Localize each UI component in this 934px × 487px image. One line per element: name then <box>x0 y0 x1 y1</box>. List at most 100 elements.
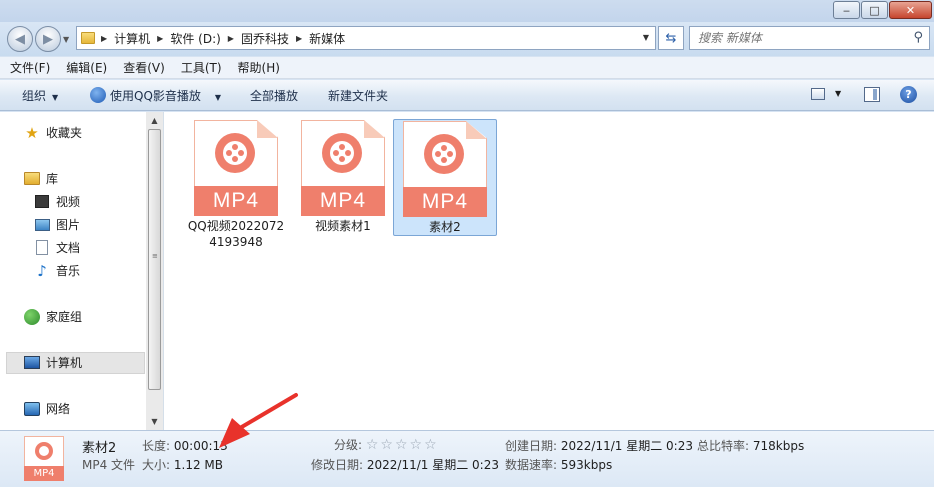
address-dropdown-icon[interactable]: ▼ <box>643 33 649 42</box>
sidebar-item-libraries[interactable]: 库 <box>24 170 58 187</box>
file-name: QQ视频20220724193948 <box>187 219 285 249</box>
chevron-right-icon[interactable]: ▶ <box>101 34 107 43</box>
play-all-button[interactable]: 全部播放 <box>250 87 298 104</box>
sidebar-item-label: 网络 <box>46 402 71 416</box>
title-bar: ‒ □ ✕ <box>0 0 934 22</box>
navigation-scrollbar[interactable]: ▲ ≡ ▼ <box>146 112 163 430</box>
data-rate-label: 数据速率: <box>505 458 558 472</box>
detail-modified: 修改日期: 2022/11/1 星期二 0:23 <box>311 456 499 473</box>
video-icon <box>35 195 49 208</box>
menu-view[interactable]: 查看(V) <box>123 59 165 76</box>
file-item-material-2[interactable]: MP4 素材2 <box>393 119 497 236</box>
homegroup-icon <box>24 308 40 325</box>
sidebar-item-homegroup[interactable]: 家庭组 <box>24 308 82 325</box>
minimize-button[interactable]: ‒ <box>833 1 860 19</box>
breadcrumb-guqiao[interactable]: 固乔科技 <box>241 30 289 47</box>
file-badge: MP4 <box>301 186 385 216</box>
mp4-thumbnail-icon: MP4 <box>24 436 64 481</box>
detail-file-name: 素材2 <box>82 441 117 456</box>
search-input[interactable] <box>698 31 898 45</box>
bitrate-label: 总比特率: <box>697 439 750 453</box>
history-dropdown-icon[interactable]: ▼ <box>63 35 69 44</box>
change-view-icon[interactable] <box>811 88 825 100</box>
menu-bar: 文件(F) 编辑(E) 查看(V) 工具(T) 帮助(H) <box>0 57 934 79</box>
chevron-right-icon[interactable]: ▶ <box>296 34 302 43</box>
sidebar-item-computer[interactable]: 计算机 <box>24 354 82 371</box>
file-item-video-material-1[interactable]: MP4 视频素材1 <box>291 119 395 238</box>
chevron-down-icon: ▼ <box>214 93 222 102</box>
qq-player-icon <box>90 87 106 103</box>
file-badge: MP4 <box>194 186 278 216</box>
scrollbar-thumb[interactable]: ≡ <box>148 129 161 390</box>
maximize-button[interactable]: □ <box>861 1 888 19</box>
document-icon <box>36 240 48 255</box>
thumbnail-badge: MP4 <box>24 466 64 481</box>
close-button[interactable]: ✕ <box>889 1 932 19</box>
detail-data-rate: 数据速率: 593kbps <box>505 456 612 473</box>
help-icon[interactable]: ? <box>900 86 917 103</box>
grip-icon: ≡ <box>152 252 158 260</box>
library-folder-icon <box>24 172 40 185</box>
sidebar-item-label: 视频 <box>56 195 81 209</box>
organize-button[interactable]: 组织 ▼ <box>22 87 58 104</box>
sidebar-item-videos[interactable]: 视频 <box>34 193 80 210</box>
detail-created: 创建日期: 2022/11/1 星期二 0:23 <box>505 437 693 454</box>
sidebar-item-label: 计算机 <box>46 356 83 370</box>
detail-length: 长度: 00:00:13 <box>142 437 228 454</box>
breadcrumb-computer[interactable]: 计算机 <box>114 30 150 47</box>
chevron-right-icon[interactable]: ▶ <box>228 34 234 43</box>
scroll-down-icon[interactable]: ▼ <box>146 413 163 429</box>
mp4-file-icon: MP4 <box>301 120 385 216</box>
window-controls: ‒ □ ✕ <box>832 1 932 19</box>
length-label: 长度: <box>142 439 171 453</box>
details-pane: MP4 素材2 MP4 文件 长度: 00:00:13 大小: 1.12 MB … <box>0 430 934 487</box>
breadcrumb-new-media[interactable]: 新媒体 <box>309 30 345 47</box>
scroll-up-icon[interactable]: ▲ <box>146 112 163 128</box>
detail-rating: 分级: ☆☆☆☆☆ <box>334 436 439 453</box>
menu-help[interactable]: 帮助(H) <box>238 59 280 76</box>
detail-file-type: MP4 文件 <box>82 458 136 472</box>
music-note-icon: ♪ <box>37 261 47 280</box>
sidebar-item-network[interactable]: 网络 <box>24 400 70 417</box>
sidebar-item-pictures[interactable]: 图片 <box>34 216 80 233</box>
folder-icon <box>81 32 95 44</box>
sidebar-item-label: 文档 <box>56 241 81 255</box>
bitrate-value: 718kbps <box>752 439 805 453</box>
chevron-down-icon: ▼ <box>52 93 59 102</box>
forward-arrow-icon: ▶ <box>43 31 53 47</box>
size-label: 大小: <box>142 458 171 472</box>
breadcrumb-drive-d[interactable]: 软件 (D:) <box>170 30 220 47</box>
chevron-right-icon[interactable]: ▶ <box>157 34 163 43</box>
play-with-qq-label: 使用QQ影音播放 <box>110 89 201 103</box>
sidebar-item-music[interactable]: ♪ 音乐 <box>34 261 81 280</box>
sidebar-item-label: 收藏夹 <box>46 126 83 140</box>
size-value: 1.12 MB <box>173 458 223 472</box>
sidebar-item-label: 库 <box>46 172 59 186</box>
data-rate-value: 593kbps <box>560 458 613 472</box>
file-item-qq-video[interactable]: MP4 QQ视频20220724193948 <box>184 119 288 254</box>
organize-label: 组织 <box>22 89 47 103</box>
view-dropdown-icon[interactable]: ▼ <box>835 89 841 98</box>
detail-bitrate: 总比特率: 718kbps <box>697 437 804 454</box>
forward-button[interactable]: ▶ <box>35 26 61 52</box>
refresh-button[interactable]: ⇆ <box>658 26 684 50</box>
mp4-file-icon: MP4 <box>403 121 487 217</box>
file-name: 素材2 <box>429 220 461 234</box>
command-bar: 组织 ▼ 使用QQ影音播放 ▼ 全部播放 新建文件夹 ▼ ? <box>0 80 934 111</box>
created-label: 创建日期: <box>505 439 558 453</box>
sidebar-item-documents[interactable]: 文档 <box>34 239 80 256</box>
search-icon[interactable]: ⚲ <box>913 30 923 45</box>
preview-pane-icon[interactable] <box>864 87 880 102</box>
menu-tools[interactable]: 工具(T) <box>181 59 222 76</box>
sidebar-item-favorites[interactable]: ★ 收藏夹 <box>24 124 83 142</box>
sidebar-item-label: 音乐 <box>56 264 81 278</box>
rating-stars-icon[interactable]: ☆☆☆☆☆ <box>366 437 439 453</box>
menu-file[interactable]: 文件(F) <box>10 59 50 76</box>
play-with-qq-button[interactable]: 使用QQ影音播放 ▼ <box>90 87 221 104</box>
file-badge: MP4 <box>403 187 487 217</box>
menu-edit[interactable]: 编辑(E) <box>66 59 107 76</box>
back-button[interactable]: ◀ <box>7 26 33 52</box>
address-bar[interactable]: ▶ 计算机 ▶ 软件 (D:) ▶ 固乔科技 ▶ 新媒体 ▼ <box>76 26 656 50</box>
new-folder-button[interactable]: 新建文件夹 <box>328 87 388 104</box>
picture-icon <box>34 218 50 231</box>
